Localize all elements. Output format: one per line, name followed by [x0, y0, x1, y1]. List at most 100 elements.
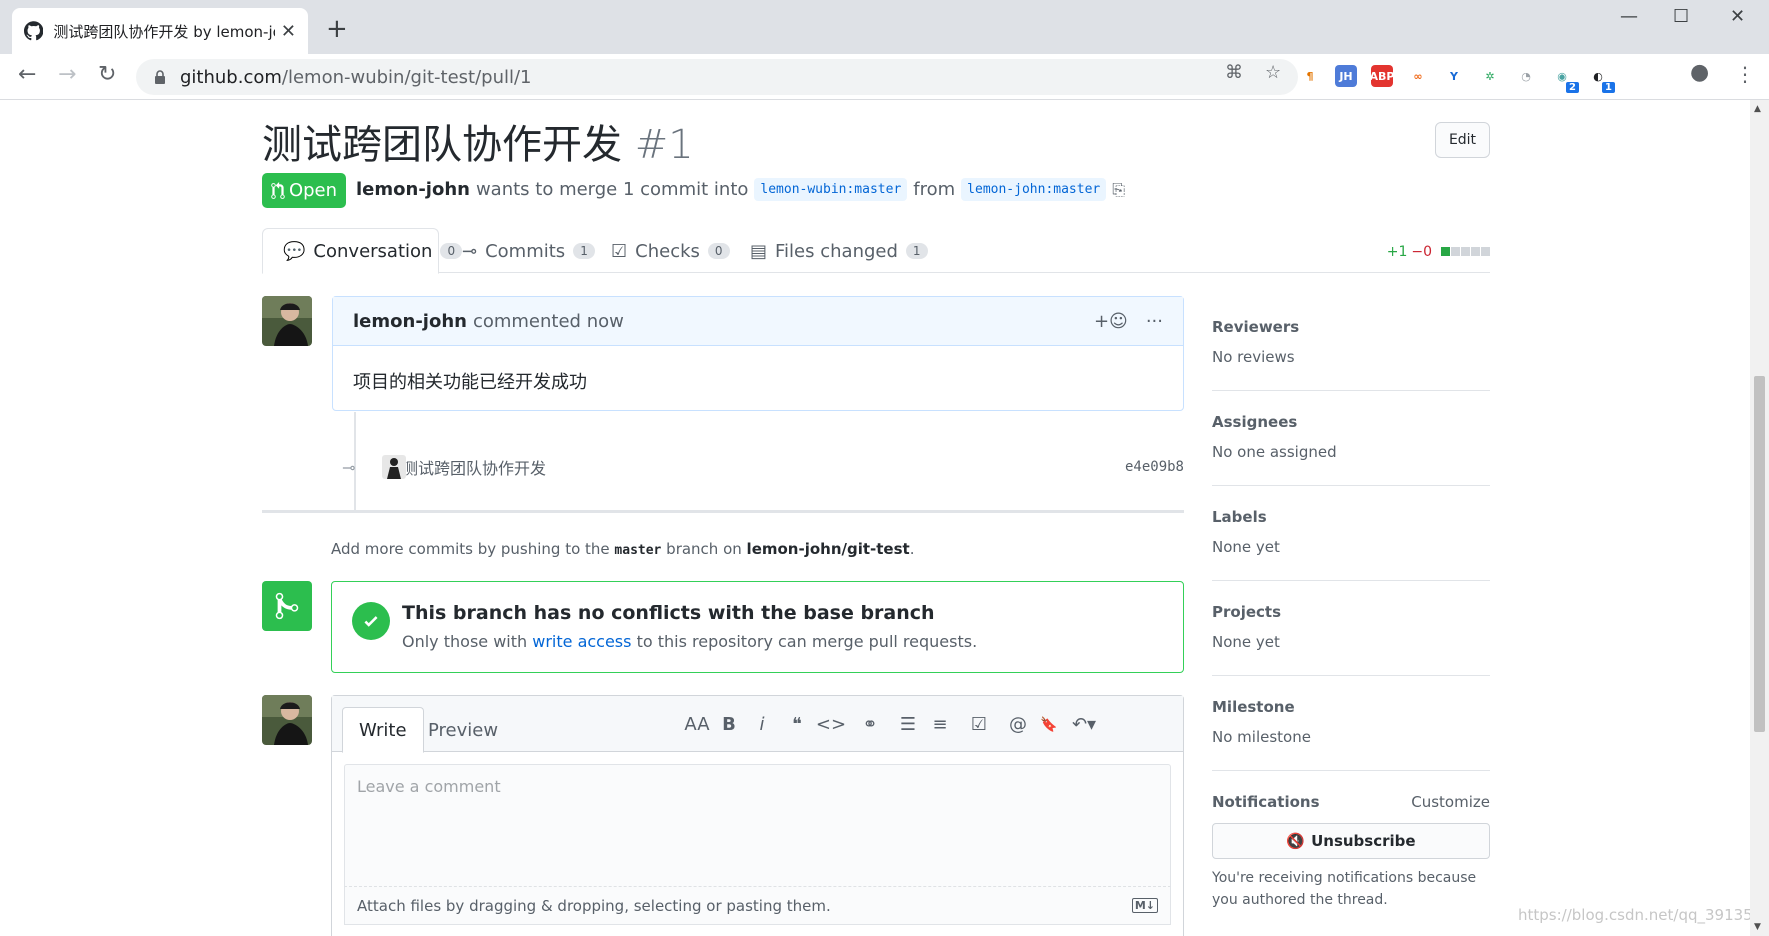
bookmark-star-icon[interactable]: ☆: [1265, 62, 1281, 83]
sidebar-value: None yet: [1212, 538, 1280, 556]
tab-files-changed[interactable]: ▤ Files changed 1: [730, 228, 948, 274]
from-text: from: [913, 179, 956, 200]
y-extension-icon[interactable]: Y: [1443, 65, 1465, 87]
tab-checks[interactable]: ☑ Checks 0: [591, 228, 750, 274]
bookmark-icon[interactable]: 🔖: [1034, 717, 1064, 733]
customize-link[interactable]: Customize: [1411, 793, 1490, 811]
menu-kebab-icon[interactable]: ⋮: [1735, 62, 1755, 86]
url-text: github.com/lemon-wubin/git-test/pull/1: [180, 66, 532, 88]
edit-title-button[interactable]: Edit: [1435, 122, 1490, 158]
add-reaction-icon[interactable]: +☺: [1094, 311, 1128, 332]
gauge-extension-icon[interactable]: ◔: [1515, 65, 1537, 87]
link-icon[interactable]: ⚭: [848, 714, 892, 735]
mention-icon[interactable]: @: [1002, 714, 1034, 735]
reply-icon[interactable]: ↶▾: [1064, 714, 1104, 735]
sidebar-value: No reviews: [1212, 348, 1295, 366]
scroll-down-icon[interactable]: ▼: [1754, 922, 1761, 932]
markdown-icon[interactable]: M↓: [1131, 898, 1158, 913]
merge-status-box: This branch has no conflicts with the ba…: [331, 581, 1184, 673]
file-diff-icon: ▤: [750, 240, 768, 262]
back-icon[interactable]: ←: [18, 62, 36, 87]
profile-icon[interactable]: ●: [1690, 60, 1709, 85]
green-extension-icon[interactable]: ✲: [1479, 65, 1501, 87]
merge-status-title: This branch has no conflicts with the ba…: [402, 602, 935, 624]
new-tab-icon[interactable]: +: [326, 14, 348, 44]
sidebar-reviewers: Reviewers No reviews: [1212, 296, 1490, 391]
sidebar-heading[interactable]: Labels: [1212, 508, 1490, 526]
minimize-icon[interactable]: —: [1620, 6, 1638, 27]
pr-title-text: 测试跨团队协作开发: [262, 122, 622, 168]
comment-timestamp[interactable]: commented now: [473, 311, 624, 332]
sidebar-milestone: Milestone No milestone: [1212, 676, 1490, 771]
task-list-icon[interactable]: ☑: [956, 714, 1002, 735]
copy-icon[interactable]: ⎘: [1112, 180, 1125, 200]
head-branch-label[interactable]: lemon-john:master: [961, 178, 1107, 201]
numbered-list-icon[interactable]: ≡: [924, 714, 956, 735]
attach-files-area[interactable]: Attach files by dragging & dropping, sel…: [344, 887, 1171, 925]
globe-extension-icon[interactable]: ◉ 2: [1551, 65, 1579, 93]
comment-box: lemon-john commented now +☺ ··· 项目的相关功能已…: [332, 296, 1184, 411]
cat-extension-icon[interactable]: ◐ 1: [1587, 65, 1615, 93]
scroll-up-icon[interactable]: ▲: [1754, 104, 1761, 114]
commit-sha[interactable]: e4e09b8: [1125, 459, 1184, 475]
sidebar-heading[interactable]: Reviewers: [1212, 318, 1490, 336]
write-access-link[interactable]: write access: [532, 632, 631, 651]
comment-author[interactable]: lemon-john: [353, 311, 467, 332]
text-size-icon[interactable]: AA: [680, 714, 714, 735]
commit-icon: ⊸: [342, 457, 356, 477]
base-branch-label[interactable]: lemon-wubin:master: [754, 178, 908, 201]
sidebar-heading[interactable]: Milestone: [1212, 698, 1490, 716]
infinity-extension-icon[interactable]: ∞: [1407, 65, 1429, 87]
sidebar-heading[interactable]: Assignees: [1212, 413, 1490, 431]
github-icon: [24, 21, 44, 41]
comment-input[interactable]: Leave a comment: [344, 764, 1171, 887]
tab-preview[interactable]: Preview: [412, 707, 514, 753]
browser-tab[interactable]: 测试跨团队协作开发 by lemon-john ✕: [12, 8, 308, 54]
editor-toolbar: Write Preview AA B i ❝ <> ⚭ ☰ ≡ ☑ @ 🔖 ↶▾: [332, 696, 1183, 753]
checklist-icon: ☑: [611, 240, 628, 262]
sidebar-heading[interactable]: Projects: [1212, 603, 1490, 621]
browser-toolbar: ← → ↻ github.com/lemon-wubin/git-test/pu…: [0, 54, 1769, 100]
bold-icon[interactable]: B: [714, 714, 744, 735]
forward-icon[interactable]: →: [58, 62, 76, 87]
maximize-icon[interactable]: ☐: [1673, 6, 1689, 27]
sidebar-labels: Labels None yet: [1212, 486, 1490, 581]
avatar[interactable]: [262, 296, 312, 346]
notification-note: You're receiving notifications because y…: [1212, 870, 1477, 908]
sidebar-heading: Notifications Customize: [1212, 793, 1490, 811]
scrollbar-thumb[interactable]: [1754, 376, 1765, 732]
tab-counter: 0: [707, 243, 730, 259]
status-badge: Open: [262, 173, 346, 208]
address-bar[interactable]: github.com/lemon-wubin/git-test/pull/1: [136, 59, 1298, 95]
close-tab-icon[interactable]: ✕: [281, 21, 296, 42]
commit-author-avatar[interactable]: [382, 455, 406, 479]
browser-tab-strip: 测试跨团队协作开发 by lemon-john ✕ + — ☐ ✕: [0, 0, 1769, 54]
merge-status-subtitle: Only those with write access to this rep…: [402, 632, 978, 651]
translate-icon[interactable]: ⌘: [1225, 62, 1243, 83]
italic-icon[interactable]: i: [744, 714, 780, 735]
pr-author-link[interactable]: lemon-john: [356, 179, 470, 200]
comment-editor: Write Preview AA B i ❝ <> ⚭ ☰ ≡ ☑ @ 🔖 ↶▾…: [331, 695, 1184, 936]
jh-extension-icon[interactable]: JH: [1335, 65, 1357, 87]
tab-conversation[interactable]: 💬 Conversation 0: [262, 228, 463, 274]
quote-icon[interactable]: ❝: [780, 714, 814, 735]
sidebar-value: No milestone: [1212, 728, 1311, 746]
push-hint: Add more commits by pushing to the maste…: [331, 540, 915, 558]
page-content: 测试跨团队协作开发 #1 Edit Open lemon-john wants …: [0, 100, 1750, 936]
bulleted-list-icon[interactable]: ☰: [892, 714, 924, 735]
reload-icon[interactable]: ↻: [98, 62, 116, 87]
avatar[interactable]: [262, 695, 312, 745]
unsubscribe-button[interactable]: 🔇 Unsubscribe: [1212, 823, 1490, 859]
tab-counter: 1: [905, 243, 928, 259]
tab-commits[interactable]: ⊸ Commits 1: [442, 228, 615, 274]
pull-request-icon: [271, 181, 285, 199]
adblock-icon[interactable]: ABP: [1370, 65, 1394, 87]
scrollbar[interactable]: ▲ ▼: [1750, 100, 1769, 936]
close-window-icon[interactable]: ✕: [1730, 6, 1745, 27]
commit-message[interactable]: 测试跨团队协作开发: [402, 455, 546, 479]
hint-repo-link[interactable]: lemon-john/git-test: [747, 540, 910, 558]
commit-row: ⊸ 测试跨团队协作开发 e4e09b8: [342, 452, 1184, 482]
code-icon[interactable]: <>: [814, 714, 848, 735]
paragraph-extension-icon[interactable]: ¶: [1299, 65, 1321, 87]
more-options-icon[interactable]: ···: [1146, 311, 1163, 332]
